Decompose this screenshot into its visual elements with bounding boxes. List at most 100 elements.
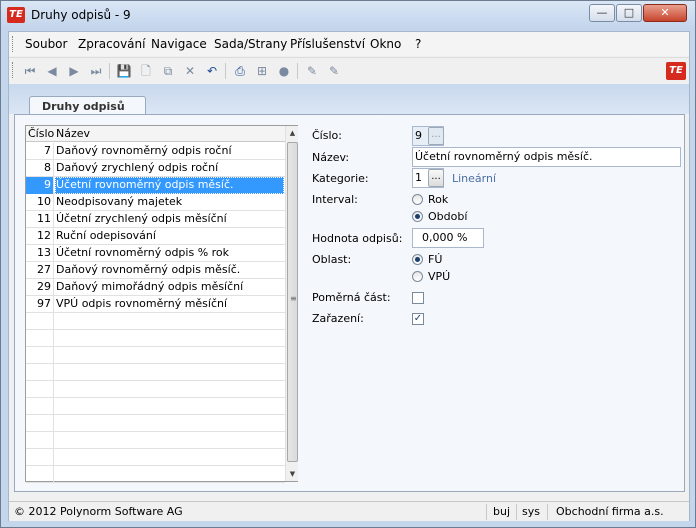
cell-cislo: 29: [26, 279, 54, 296]
cell-nazev: Daňový rovnoměrný odpis měsíč.: [56, 263, 241, 276]
table-row[interactable]: 13 Účetní rovnoměrný odpis % rok: [26, 245, 285, 262]
previous-record-icon[interactable]: ◀: [43, 62, 61, 80]
undo-icon[interactable]: ↶: [203, 62, 221, 80]
cell-cislo: [26, 466, 54, 483]
new-icon[interactable]: 🗋: [137, 62, 155, 80]
toolbar: ⏮ ◀ ▶ ⏭ 💾 🗋 ⧉ ✕ ↶ ⎙ ⊞ ● ✎ ✎ TE: [9, 57, 689, 83]
column-header-nazev[interactable]: Název: [56, 127, 90, 140]
hodnota-odpisu-field[interactable]: 0,000 %: [412, 228, 484, 248]
status-database: sys: [522, 505, 540, 518]
menu-okno[interactable]: Okno: [370, 37, 401, 51]
cell-cislo: 12: [26, 228, 54, 245]
menu-grip: [12, 36, 15, 52]
scroll-up-icon[interactable]: ▲: [286, 126, 299, 140]
label-nazev: Název:: [312, 151, 350, 164]
tree-icon[interactable]: ⊞: [253, 62, 271, 80]
vertical-scrollbar[interactable]: ▲ ≡ ▼: [285, 126, 298, 481]
close-button[interactable]: ✕: [643, 4, 687, 22]
empty-table-row[interactable]: [26, 432, 285, 449]
cell-cislo: 11: [26, 211, 54, 228]
zarazeni-checkbox[interactable]: ✓: [412, 313, 424, 325]
cislo-lookup-button[interactable]: ...: [428, 127, 444, 145]
menu-help[interactable]: ?: [415, 37, 421, 51]
table-row[interactable]: 29 Daňový mimořádný odpis měsíční: [26, 279, 285, 296]
grid-header: Číslo Název: [26, 126, 285, 142]
empty-table-row[interactable]: [26, 347, 285, 364]
status-user: buj: [493, 505, 511, 518]
cell-nazev: [55, 364, 284, 381]
toolbar-separator: [225, 63, 226, 79]
menu-navigace[interactable]: Navigace: [151, 37, 207, 51]
table-row[interactable]: 10 Neodpisovaný majetek: [26, 194, 285, 211]
oblast-vpu-label[interactable]: VPÚ: [428, 270, 450, 283]
interval-rok-radio[interactable]: [412, 194, 423, 205]
menu-zpracovani[interactable]: Zpracování: [78, 37, 145, 51]
label-interval: Interval:: [312, 193, 358, 206]
table-row[interactable]: 7 Daňový rovnoměrný odpis roční: [26, 143, 285, 160]
cell-nazev: [55, 398, 284, 415]
cell-nazev: Neodpisovaný majetek: [56, 195, 183, 208]
empty-table-row[interactable]: [26, 466, 285, 483]
cell-nazev: [55, 432, 284, 449]
records-grid: Číslo Název 7 Daňový rovnoměrný odpis roč…: [25, 125, 298, 483]
oblast-fu-radio[interactable]: [412, 254, 423, 265]
cell-cislo: [26, 415, 54, 432]
menu-prislusenstvi[interactable]: Příslušenství: [290, 37, 365, 51]
cell-cislo: 13: [26, 245, 54, 262]
oblast-vpu-radio[interactable]: [412, 271, 423, 282]
copy-icon[interactable]: ⧉: [159, 62, 177, 80]
minimize-button[interactable]: —: [589, 4, 615, 22]
last-record-icon[interactable]: ⏭: [87, 62, 105, 80]
table-row[interactable]: 97 VPÚ odpis rovnoměrný měsíční: [26, 296, 285, 313]
cell-nazev: [55, 415, 284, 432]
column-header-cislo[interactable]: Číslo: [28, 127, 54, 140]
empty-table-row[interactable]: [26, 381, 285, 398]
interval-rok-label[interactable]: Rok: [428, 193, 448, 206]
print-icon[interactable]: ⎙: [231, 62, 249, 80]
table-row[interactable]: 27 Daňový rovnoměrný odpis měsíč.: [26, 262, 285, 279]
status-separator: [486, 504, 487, 520]
first-record-icon[interactable]: ⏮: [21, 62, 39, 80]
stop-icon[interactable]: ●: [275, 62, 293, 80]
empty-table-row[interactable]: [26, 415, 285, 432]
window-title: Druhy odpisů - 9: [31, 8, 131, 22]
cell-cislo: [26, 398, 54, 415]
menu-sada-strany[interactable]: Sada/Strany: [214, 37, 287, 51]
interval-obdobi-label[interactable]: Období: [428, 210, 467, 223]
table-row[interactable]: 8 Daňový zrychlený odpis roční: [26, 160, 285, 177]
table-row[interactable]: 11 Účetní zrychlený odpis měsíční: [26, 211, 285, 228]
scroll-down-icon[interactable]: ▼: [286, 467, 299, 481]
table-row[interactable]: 12 Ruční odepisování: [26, 228, 285, 245]
empty-table-row[interactable]: [26, 398, 285, 415]
empty-table-row[interactable]: [26, 313, 285, 330]
save-icon[interactable]: 💾: [115, 62, 133, 80]
oblast-fu-label[interactable]: FÚ: [428, 253, 442, 266]
menu-soubor[interactable]: Soubor: [25, 37, 67, 51]
kategorie-lookup-button[interactable]: ...: [428, 169, 444, 187]
edit-icon[interactable]: ✎: [303, 62, 321, 80]
empty-table-row[interactable]: [26, 449, 285, 466]
tab-druhy-odpisu[interactable]: Druhy odpisů: [29, 96, 146, 116]
empty-table-row[interactable]: [26, 364, 285, 381]
table-row[interactable]: 9 Účetní rovnoměrný odpis měsíč.: [26, 177, 285, 194]
label-kategorie: Kategorie:: [312, 172, 369, 185]
cell-cislo: 8: [26, 160, 54, 177]
cell-cislo: 7: [26, 143, 54, 160]
edit-alt-icon[interactable]: ✎: [325, 62, 343, 80]
menu-bar: Soubor Zpracování Navigace Sada/Strany P…: [9, 32, 689, 56]
delete-icon[interactable]: ✕: [181, 62, 199, 80]
tab-panel: Číslo Název 7 Daňový rovnoměrný odpis roč…: [14, 114, 685, 492]
next-record-icon[interactable]: ▶: [65, 62, 83, 80]
cell-cislo: [26, 347, 54, 364]
cell-nazev: VPÚ odpis rovnoměrný měsíční: [56, 297, 228, 310]
pomerna-cast-checkbox[interactable]: [412, 292, 424, 304]
maximize-button[interactable]: □: [616, 4, 642, 22]
scroll-thumb[interactable]: ≡: [287, 142, 298, 462]
toolbar-separator: [297, 63, 298, 79]
toolbar-grip: [12, 62, 15, 78]
empty-table-row[interactable]: [26, 330, 285, 347]
nazev-field[interactable]: Účetní rovnoměrný odpis měsíč.: [412, 147, 681, 167]
interval-obdobi-radio[interactable]: [412, 211, 423, 222]
cell-cislo: [26, 432, 54, 449]
cell-cislo: [26, 330, 54, 347]
